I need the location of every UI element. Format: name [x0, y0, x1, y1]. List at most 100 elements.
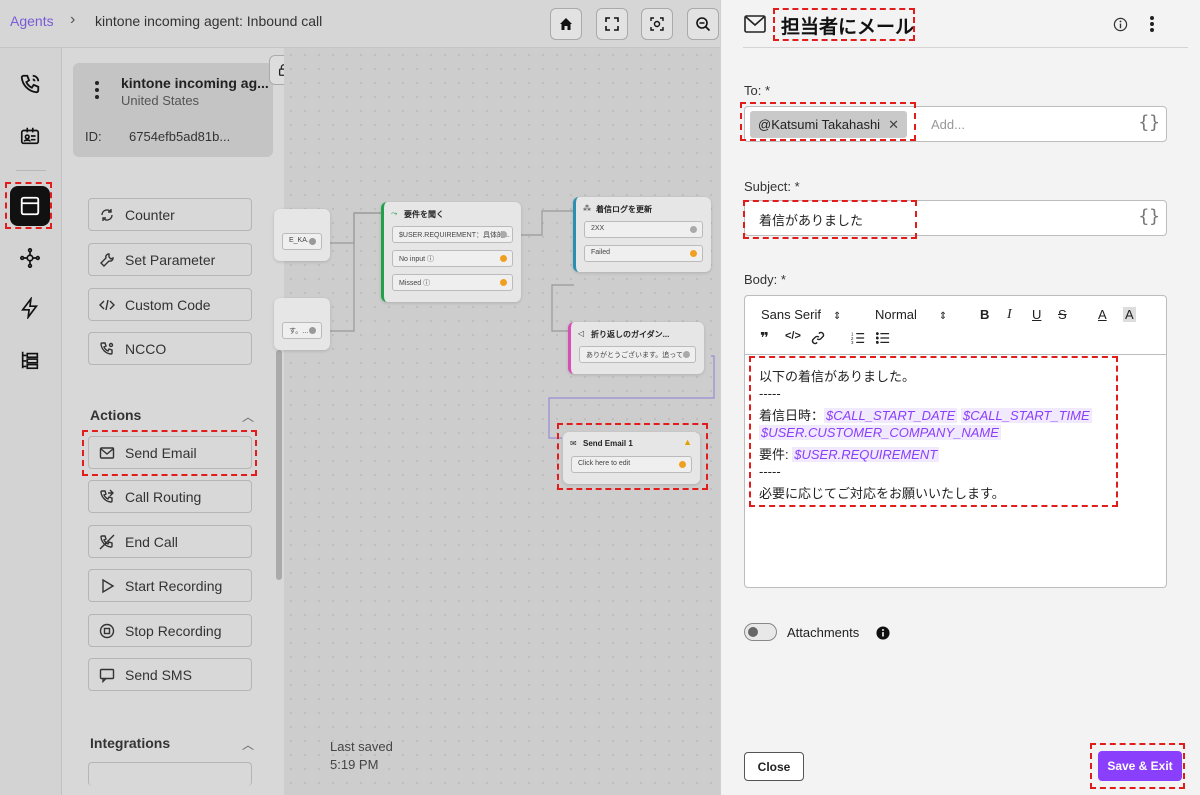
- subject-value[interactable]: 着信がありました: [759, 210, 863, 229]
- palette-counter[interactable]: Counter: [88, 198, 252, 231]
- panel-title[interactable]: 担当者にメール: [781, 12, 914, 39]
- flow-node-port[interactable]: Click here to edit: [571, 456, 692, 473]
- phone-icon: [20, 74, 40, 94]
- palette-label: Call Routing: [125, 488, 202, 505]
- palette-start-recording[interactable]: Start Recording: [88, 569, 252, 602]
- font-family-select[interactable]: Sans Serif ⇕: [761, 307, 841, 322]
- to-placeholder[interactable]: Add...: [931, 117, 965, 132]
- palette-end-call[interactable]: End Call: [88, 525, 252, 558]
- body-editor[interactable]: 以下の着信がありました。 ----- 着信日時： $CALL_START_DATE…: [744, 354, 1167, 588]
- flow-node-guidance[interactable]: ◁ 折り返しのガイダン... ありがとうございます。追って...: [568, 322, 704, 374]
- counter-icon: [89, 207, 125, 223]
- palette-call-routing[interactable]: Call Routing: [88, 480, 252, 513]
- flow-node-port[interactable]: Missed ⓘ: [392, 274, 513, 291]
- rail-tree-button[interactable]: [10, 340, 50, 380]
- strikethrough-icon[interactable]: S: [1058, 307, 1067, 322]
- kebab-menu-icon[interactable]: [95, 81, 101, 102]
- fullscreen-button[interactable]: [596, 8, 628, 40]
- body-line: 必要に応じてご対応をお願いいたします。: [759, 486, 1005, 501]
- font-size-select[interactable]: Normal ⇕: [875, 307, 947, 322]
- mail-icon: [89, 445, 125, 461]
- palette-custom-code[interactable]: Custom Code: [88, 288, 252, 321]
- text-color-icon[interactable]: A: [1098, 307, 1107, 322]
- attachments-label: Attachments: [787, 625, 860, 640]
- flow-node-port[interactable]: $USER.REQUIREMENT：具体的...: [392, 226, 513, 243]
- flow-node-port[interactable]: す。...: [282, 322, 322, 339]
- ordered-list-icon[interactable]: 123: [851, 331, 865, 345]
- agent-card: kintone incoming ag... United States ID:…: [73, 63, 273, 157]
- node-editor-panel: 担当者にメール To: * @Katsumi Takahashi ✕ Add...…: [720, 0, 1200, 795]
- panel-divider: [743, 47, 1188, 48]
- rich-text-toolbar: Sans Serif ⇕ Normal ⇕ B I U S A A ❞ </> 12…: [744, 295, 1167, 355]
- last-saved: Last saved 5:19 PM: [330, 738, 393, 774]
- variable-braces-button[interactable]: {}: [1138, 206, 1160, 227]
- integrations-section-header[interactable]: Integrations: [90, 735, 170, 751]
- flow-node-partial[interactable]: す。...: [274, 298, 330, 350]
- to-field[interactable]: @Katsumi Takahashi ✕ Add... {}: [744, 106, 1167, 142]
- flow-node-port[interactable]: 2XX: [584, 221, 703, 238]
- chevron-up-icon[interactable]: ︿: [242, 736, 254, 753]
- attachments-toggle[interactable]: [744, 623, 777, 641]
- save-and-exit-button[interactable]: Save & Exit: [1098, 751, 1182, 781]
- breadcrumb-agents-link[interactable]: Agents: [10, 13, 54, 29]
- link-icon[interactable]: [811, 331, 825, 345]
- mail-icon: ✉: [570, 439, 577, 448]
- palette-send-sms[interactable]: Send SMS: [88, 658, 252, 691]
- variable-tag[interactable]: $USER.REQUIREMENT: [792, 447, 940, 462]
- palette-stop-recording[interactable]: Stop Recording: [88, 614, 252, 647]
- highlight-color-icon[interactable]: A: [1123, 307, 1136, 322]
- rail-events-button[interactable]: [10, 288, 50, 328]
- close-icon[interactable]: ✕: [888, 117, 899, 132]
- chevron-up-icon[interactable]: ︿: [242, 408, 254, 425]
- bold-icon[interactable]: B: [980, 307, 989, 322]
- palette-scrollbar[interactable]: [276, 350, 282, 580]
- wrench-icon: [89, 252, 125, 268]
- rail-contacts-button[interactable]: [10, 116, 50, 156]
- info-icon[interactable]: [1113, 17, 1128, 32]
- flow-node-requirement[interactable]: ⤳ 要件を聞く $USER.REQUIREMENT：具体的... No inpu…: [381, 202, 521, 302]
- variable-tag[interactable]: $CALL_START_TIME: [960, 408, 1092, 423]
- italic-icon[interactable]: I: [1007, 307, 1012, 323]
- flow-canvas[interactable]: E_KA... す。... ⤳ 要件を聞く $USER.REQUIREMENT：…: [274, 48, 720, 795]
- palette-send-email[interactable]: Send Email: [88, 436, 252, 469]
- zoom-out-icon: [696, 17, 711, 32]
- end-call-icon: [89, 534, 125, 550]
- quote-icon[interactable]: ❞: [760, 329, 769, 347]
- flow-node-send-email[interactable]: ✉ Send Email 1 ▲ Click here to edit: [563, 432, 700, 484]
- flow-node-port[interactable]: ありがとうございます。追って...: [579, 346, 696, 363]
- toggle-knob: [748, 627, 758, 637]
- palette-ncco[interactable]: NCCO: [88, 332, 252, 365]
- actions-section-header[interactable]: Actions: [90, 407, 141, 423]
- info-icon[interactable]: [876, 626, 890, 640]
- code-icon[interactable]: </>: [785, 330, 801, 342]
- zoom-out-button[interactable]: [687, 8, 719, 40]
- variable-tag[interactable]: $CALL_START_DATE: [824, 408, 958, 423]
- rail-calls-button[interactable]: [10, 64, 50, 104]
- underline-icon[interactable]: U: [1032, 307, 1041, 322]
- close-button[interactable]: Close: [744, 752, 804, 781]
- palette-label: Send Email: [125, 444, 197, 461]
- rail-integrations-button[interactable]: [10, 238, 50, 278]
- variable-braces-button[interactable]: {}: [1138, 112, 1160, 133]
- fit-view-button[interactable]: [641, 8, 673, 40]
- variable-tag[interactable]: $USER.CUSTOMER_COMPANY_NAME: [759, 425, 1001, 440]
- palette-label: Send SMS: [125, 666, 192, 683]
- flow-node-port[interactable]: Failed: [584, 245, 703, 262]
- subject-field[interactable]: 着信がありました {}: [744, 200, 1167, 236]
- bullet-list-icon[interactable]: [876, 331, 890, 345]
- flow-node-port[interactable]: E_KA...: [282, 233, 322, 250]
- flow-node-partial[interactable]: E_KA...: [274, 209, 330, 261]
- more-options-icon[interactable]: [1150, 16, 1154, 32]
- flow-node-port[interactable]: No input ⓘ: [392, 250, 513, 267]
- home-button[interactable]: [550, 8, 582, 40]
- tree-structure-icon: [21, 351, 39, 370]
- recipient-chip[interactable]: @Katsumi Takahashi ✕: [750, 111, 907, 138]
- palette-set-parameter[interactable]: Set Parameter: [88, 243, 252, 276]
- subject-label: Subject: *: [744, 179, 800, 194]
- palette-label: End Call: [125, 533, 178, 550]
- stop-icon: [89, 623, 125, 639]
- palette-integration-item[interactable]: [88, 762, 252, 786]
- lightning-icon: [21, 297, 39, 319]
- rail-flow-builder-button[interactable]: [10, 186, 50, 226]
- flow-node-log-update[interactable]: ⁂ 着信ログを更新 2XX Failed: [573, 197, 711, 272]
